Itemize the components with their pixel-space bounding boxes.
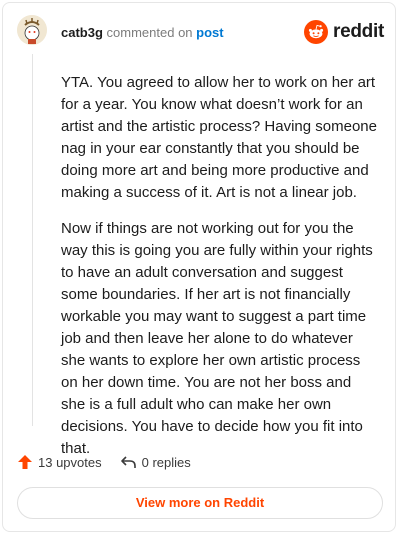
commented-on-text: commented on xyxy=(106,25,193,40)
upvote-count: 13 upvotes xyxy=(38,454,102,470)
view-more-button[interactable]: View more on Reddit xyxy=(17,487,383,519)
comment-paragraph-1: YTA. You agreed to allow her to work on … xyxy=(61,74,377,201)
reddit-wordmark: reddit xyxy=(333,21,384,42)
username-link[interactable]: catb3g xyxy=(61,25,103,40)
comment-actions: 13 upvotes 0 replies xyxy=(17,454,191,470)
comment-paragraph-2: Now if things are not working out for yo… xyxy=(61,220,373,457)
avatar[interactable] xyxy=(17,15,47,45)
post-link[interactable]: post xyxy=(196,25,223,40)
replies-button[interactable]: 0 replies xyxy=(120,454,191,470)
upvote-button[interactable]: 13 upvotes xyxy=(17,454,102,470)
reply-arrow-icon xyxy=(120,456,136,468)
thread-line xyxy=(32,54,33,426)
comment-header: catb3g commented on post xyxy=(61,25,224,41)
comment-body: YTA. You agreed to allow her to work on … xyxy=(61,72,379,474)
avatar-image xyxy=(17,15,47,45)
replies-count: 0 replies xyxy=(141,454,191,470)
reddit-logo[interactable]: reddit xyxy=(304,20,384,44)
reddit-logo-icon xyxy=(304,20,329,44)
upvote-arrow-icon xyxy=(18,455,32,469)
